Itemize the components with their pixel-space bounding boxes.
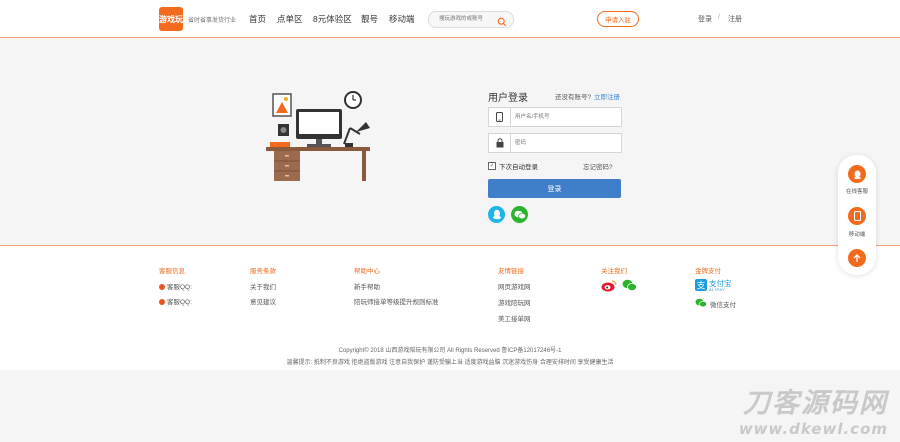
alipay-subtext: ALIPAY (709, 287, 726, 292)
logo-text: 游戏玩 (159, 14, 183, 24)
customer-service-label[interactable]: 在线客服 (838, 187, 876, 195)
footer-qq-item[interactable]: 客服QQ: (159, 281, 192, 291)
nav-home[interactable]: 首页 (249, 13, 266, 25)
footer-col-terms-title: 服务条款 (250, 268, 276, 275)
nav-mobile[interactable]: 移动端 (389, 13, 415, 25)
svg-text:支: 支 (696, 280, 705, 291)
search-input[interactable] (439, 14, 497, 24)
footer-friend-link[interactable]: 游戏陪玩网 (498, 297, 531, 307)
wechat-login-icon[interactable] (511, 206, 528, 223)
remember-me[interactable]: ✓ 下次自动登录 (488, 161, 538, 171)
footer-link-about[interactable]: 关于我们 (250, 281, 276, 291)
footer-col-links-title: 友情链接 (498, 268, 524, 275)
wechat-follow-icon[interactable] (622, 279, 637, 292)
workspace-illustration (266, 91, 370, 181)
username-field (488, 107, 622, 127)
password-field (488, 133, 622, 153)
search-icon[interactable] (497, 14, 507, 27)
logo-slogan: 省时省事发货行业 (188, 18, 237, 24)
login-title: 用户登录 (488, 93, 528, 104)
mobile-icon[interactable] (848, 207, 866, 225)
footer-link-feedback[interactable]: 意见建议 (250, 296, 276, 306)
weibo-icon[interactable] (601, 279, 617, 292)
wechat-pay: 微信支付 (695, 298, 745, 310)
alipay-icon: 支 (695, 279, 707, 291)
lock-icon (489, 134, 511, 152)
footer-col-payment-title: 金牌支付 (695, 268, 721, 275)
wechat-pay-icon (695, 298, 707, 308)
warm-tips-text: 温馨提示: 抵制不良游戏 拒绝盗版游戏 注意自我保护 谨防受骗上当 适度游戏益脑… (286, 360, 614, 366)
no-account-text: 还没有账号? (555, 94, 592, 101)
alipay-logo: 支 支付宝 ALIPAY (695, 278, 737, 294)
login-submit-button[interactable]: 登录 (488, 179, 621, 198)
apply-join-button[interactable]: 申请入驻 (597, 11, 639, 27)
nav-trial-zone[interactable]: 8元体验区 (313, 13, 352, 25)
footer-friend-link[interactable]: 美工接单网 (498, 313, 531, 323)
wechat-pay-label: 微信支付 (710, 302, 736, 309)
site-logo[interactable]: 游戏玩 (159, 7, 183, 31)
qq-icon (159, 299, 165, 306)
footer-friend-link[interactable]: 网页游戏网 (498, 281, 531, 291)
remember-label: 下次自动登录 (499, 164, 538, 171)
qq-icon (159, 284, 165, 291)
username-input[interactable] (515, 112, 615, 122)
phone-icon (489, 108, 511, 126)
mobile-label[interactable]: 移动端 (838, 230, 876, 238)
footer-col-follow-title: 关注我们 (601, 268, 627, 275)
customer-service-icon[interactable] (848, 165, 866, 183)
qq-login-icon[interactable] (488, 206, 505, 223)
register-now-link[interactable]: 立即注册 (594, 91, 620, 101)
remember-checkbox[interactable]: ✓ (488, 162, 496, 170)
header-register-link[interactable]: 注册 (728, 14, 742, 24)
back-to-top-icon[interactable] (848, 249, 866, 267)
floating-sidebar: 在线客服 移动端 (838, 155, 876, 275)
copyright-text: Copyright© 2018 山西游戏陪玩有限公司 All Rights Re… (338, 348, 562, 354)
footer-col-customer-service-title: 客服信息 (159, 268, 185, 275)
auth-separator: / (718, 14, 720, 21)
nav-premium-accounts[interactable]: 靓号 (361, 13, 378, 25)
footer-link-newbie-help[interactable]: 新手帮助 (354, 281, 380, 291)
footer-link-level-rules[interactable]: 陪玩师接单等级提升规则标准 (354, 296, 439, 306)
nav-order-zone[interactable]: 点单区 (277, 13, 303, 25)
footer-col-help-title: 帮助中心 (354, 268, 380, 275)
forgot-password-link[interactable]: 忘记密码? (583, 161, 613, 171)
watermark: 刀客源码网 www.dkewl.com (738, 388, 888, 438)
search-box (428, 11, 514, 28)
header-login-link[interactable]: 登录 (698, 14, 712, 24)
password-input[interactable] (515, 138, 615, 148)
footer-qq-item[interactable]: 客服QQ: (159, 296, 192, 306)
